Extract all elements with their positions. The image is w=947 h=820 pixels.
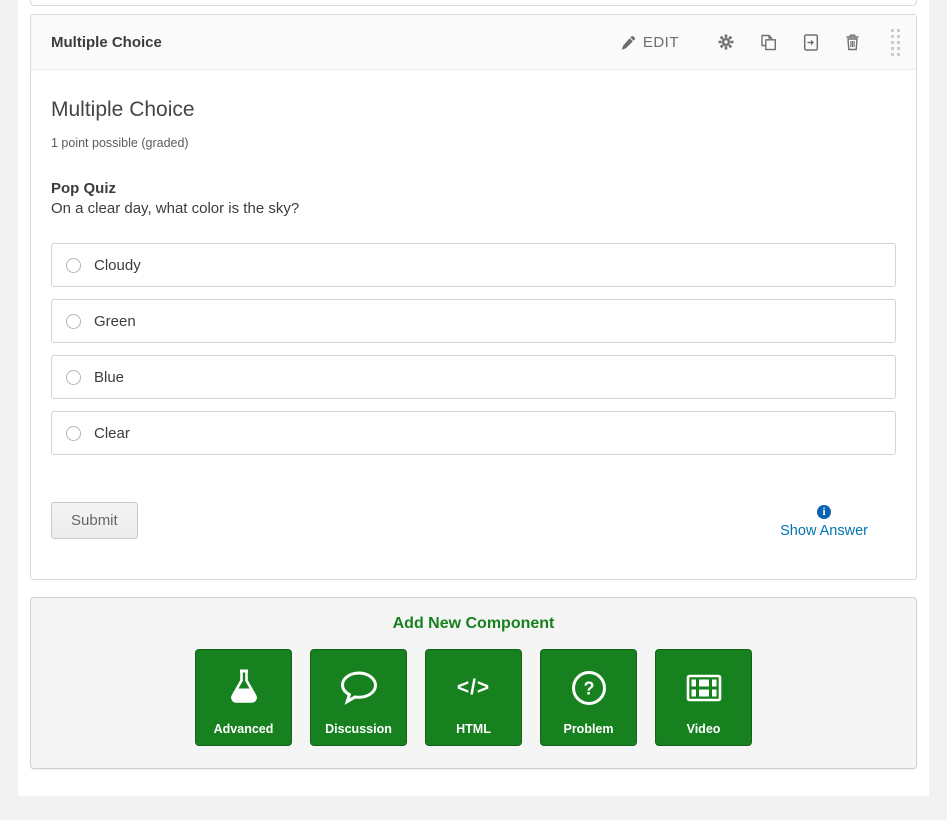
settings-button[interactable] [718, 34, 734, 50]
add-component-title: Add New Component [51, 615, 896, 633]
delete-button[interactable] [845, 34, 860, 51]
radio-button[interactable] [66, 258, 81, 273]
gear-icon [718, 34, 734, 50]
problem-preview: Multiple Choice 1 point possible (graded… [31, 70, 916, 579]
option-clear[interactable]: Clear [51, 411, 896, 455]
trash-icon [845, 34, 860, 51]
add-video-button[interactable]: Video [655, 649, 752, 746]
add-discussion-button[interactable]: Discussion [310, 649, 407, 746]
radio-button[interactable] [66, 314, 81, 329]
add-html-button[interactable]: </> HTML [425, 649, 522, 746]
add-advanced-button[interactable]: Advanced [195, 649, 292, 746]
show-answer-block: i Show Answer [780, 505, 868, 539]
code-icon: </> [457, 666, 490, 710]
flask-icon [226, 666, 262, 710]
question-label: Pop Quiz [51, 180, 896, 197]
option-label: Blue [94, 369, 124, 386]
radio-button[interactable] [66, 370, 81, 385]
radio-button[interactable] [66, 426, 81, 441]
add-button-label: Advanced [214, 722, 274, 736]
pencil-icon [621, 35, 636, 50]
points-possible: 1 point possible (graded) [51, 136, 896, 150]
add-button-label: Video [687, 722, 721, 736]
option-label: Green [94, 313, 136, 330]
add-component-buttons: Advanced Discussion </> HTML [51, 649, 896, 746]
option-blue[interactable]: Blue [51, 355, 896, 399]
copy-icon [760, 34, 777, 51]
component-actions: EDIT [621, 27, 902, 58]
show-answer-link[interactable]: Show Answer [780, 523, 868, 539]
problem-title: Multiple Choice [51, 98, 896, 122]
previous-component-edge [30, 0, 917, 6]
multiple-choice-component: Multiple Choice EDIT [30, 14, 917, 580]
question-text: On a clear day, what color is the sky? [51, 200, 896, 217]
add-new-component-panel: Add New Component Advanced [30, 597, 917, 769]
add-button-label: HTML [456, 722, 491, 736]
film-icon [684, 666, 724, 710]
add-problem-button[interactable]: ? Problem [540, 649, 637, 746]
drag-handle[interactable] [889, 27, 902, 58]
unit-content-area: Multiple Choice EDIT [18, 0, 929, 796]
option-green[interactable]: Green [51, 299, 896, 343]
speech-bubble-icon [339, 666, 379, 710]
option-label: Cloudy [94, 257, 141, 274]
submit-button[interactable]: Submit [51, 502, 138, 539]
question-circle-icon: ? [570, 666, 608, 710]
move-button[interactable] [803, 34, 819, 51]
option-cloudy[interactable]: Cloudy [51, 243, 896, 287]
add-button-label: Discussion [325, 722, 392, 736]
edit-button[interactable]: EDIT [621, 34, 679, 51]
duplicate-button[interactable] [760, 34, 777, 51]
option-label: Clear [94, 425, 130, 442]
component-title: Multiple Choice [51, 34, 162, 51]
edit-label: EDIT [643, 34, 679, 51]
info-icon: i [817, 505, 831, 519]
svg-text:?: ? [583, 679, 594, 699]
move-icon [803, 34, 819, 51]
component-header: Multiple Choice EDIT [31, 15, 916, 70]
add-button-label: Problem [563, 722, 613, 736]
problem-actions: Submit i Show Answer [51, 502, 896, 579]
